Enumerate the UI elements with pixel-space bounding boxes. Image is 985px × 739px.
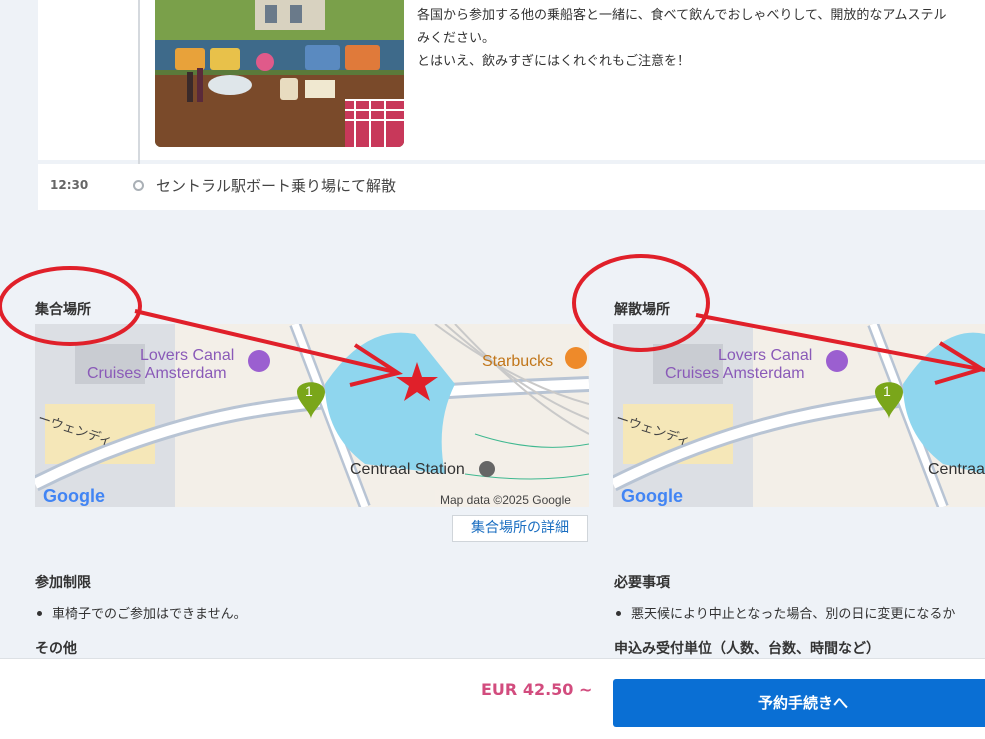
bullet-icon [37,611,42,616]
dropoff-point-map[interactable]: Lovers Canal Cruises Amsterdam Centraa 1… [613,324,985,507]
dropoff-point-title: 解散場所 [614,302,670,318]
map-poi-label: Lovers Canal [718,347,812,364]
restriction-text: 車椅子でのご参加はできません。 [52,607,247,622]
camera-icon [826,350,848,372]
map-poi-label: Starbucks [482,353,553,370]
restriction-item: 車椅子でのご参加はできません。 [35,603,247,622]
booking-unit-title: 申込み受付単位（人数、台数、時間など） [614,641,880,657]
map-station-label: Centraa [928,461,985,478]
map-poi-label: Lovers Canal [140,347,234,364]
requirements-title: 必要事項 [614,575,670,591]
google-logo: Google [43,486,105,506]
map-poi-label: Cruises Amsterdam [87,365,227,382]
google-logo: Google [621,486,683,506]
description-line: とはいえ、飲みすぎにはくれぐれもご注意を！ [417,54,691,69]
meeting-point-detail-button[interactable]: 集合場所の詳細 [452,515,588,542]
price-label: EUR 42.50 ~ [481,680,593,699]
meeting-point-map[interactable]: Lovers Canal Cruises Amsterdam Starbucks… [35,324,589,507]
bullet-icon [616,611,621,616]
book-button[interactable]: 予約手続きへ [613,679,985,727]
restrictions-title: 参加制限 [35,575,91,591]
cafe-icon [565,347,587,369]
map-poi-label: Cruises Amsterdam [665,365,805,382]
description-line: みください。 [417,31,496,46]
end-time: 12:30 [50,178,89,192]
timeline-dot-icon [133,180,144,191]
itinerary-end-row: 12:30 セントラル駅ボート乗り場にて解散 [38,164,985,210]
camera-icon [248,350,270,372]
train-icon [479,461,495,477]
map-marker-number: 1 [883,383,891,399]
map-attribution: Map data ©2025 Google [440,493,571,507]
requirement-item: 悪天候により中止となった場合、別の日に変更になるか [614,603,955,622]
description-line: 各国から参加する他の乗船客と一緒に、食べて飲んでおしゃべりして、開放的なアムステ… [417,8,947,23]
itinerary-description: 各国から参加する他の乗船客と一緒に、食べて飲んでおしゃべりして、開放的なアムステ… [417,4,985,73]
end-label: セントラル駅ボート乗り場にて解散 [156,177,397,195]
map-marker-number: 1 [305,383,313,399]
map-station-label: Centraal Station [350,461,465,478]
requirement-text: 悪天候により中止となった場合、別の日に変更になるか [631,607,956,622]
meeting-point-title: 集合場所 [35,302,91,318]
booking-footer: EUR 42.50 ~ 予約手続きへ [0,658,985,739]
other-title: その他 [35,641,77,657]
cruise-photo[interactable] [155,0,404,147]
